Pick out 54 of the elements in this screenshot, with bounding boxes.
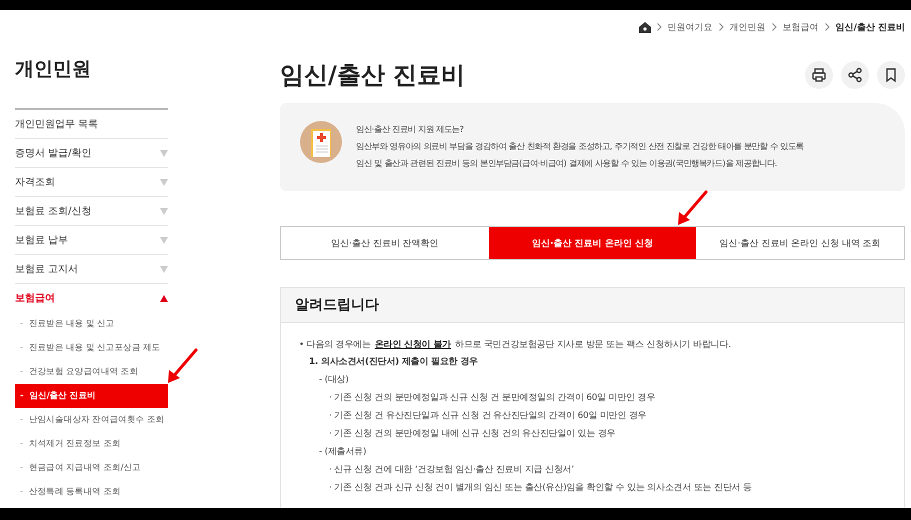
info-heading: 임신·출산 진료비 지원 제도는? — [356, 123, 465, 136]
expand-icon — [160, 208, 168, 214]
print-icon — [811, 67, 827, 83]
sidebar-subitem[interactable]: - 건강보험 요양급여내역 조회 — [15, 360, 168, 384]
breadcrumb-link[interactable]: 개인민원 — [730, 20, 766, 34]
sidebar-subitem[interactable]: - 임신/출산 진료비 — [15, 384, 168, 408]
notice-item: · 기존 신청 건 유산진단일과 신규 신청 건 유산진단일의 간격이 60일 미만인 경우 — [329, 410, 648, 423]
bookmark-button[interactable] — [877, 61, 905, 89]
breadcrumb-link[interactable]: 임신/출산 진료비 — [836, 20, 905, 34]
sidebar-subitem[interactable]: - 치석제거 진료정보 조회 — [15, 432, 168, 456]
home-icon[interactable] — [638, 22, 651, 32]
collapse-icon — [160, 294, 168, 302]
sidebar-subitem[interactable]: - 현금급여 지급내역 조회/신고 — [15, 456, 168, 480]
sidebar-title: 개인민원 — [15, 57, 92, 82]
sidebar-item[interactable]: 보험료 조회/신청 — [15, 197, 168, 226]
expand-icon — [160, 266, 168, 272]
sidebar-item[interactable]: 보험료 고지서 — [15, 255, 168, 284]
share-icon — [847, 67, 863, 83]
notice-item: · 기존 신청 건과 신규 신청 건이 별개의 임신 또는 출산(유산)임을 확인할 수 있는 의사소견서 또는 진단서 등 — [329, 482, 753, 495]
expand-icon — [160, 150, 168, 156]
sidebar-item[interactable]: 자격조회 — [15, 168, 168, 197]
share-button[interactable] — [841, 61, 869, 89]
sidebar-item[interactable]: 증명서 발급/확인 — [15, 139, 168, 168]
sidebar-item[interactable]: 보험료 납부 — [15, 226, 168, 255]
sidebar-item[interactable]: 보험급여 — [15, 284, 168, 312]
notice-item: · 신규 신청 건에 대한 ‘건강보험 임신·출산 진료비 지급 신청서’ — [329, 464, 575, 477]
chevron-icon — [824, 23, 830, 31]
document-icon — [300, 121, 342, 163]
chevron-icon — [772, 23, 777, 31]
sidebar-subitem[interactable]: - 난임시술대상자 잔여급여횟수 조회 — [15, 408, 168, 432]
annotation-arrow — [166, 348, 198, 384]
notice-item: · 기존 신청 건의 분만예정일과 신규 신청 건 분만예정일의 간격이 60일 미만인 경우 — [329, 392, 656, 405]
expand-icon — [160, 178, 168, 186]
notice-title: 알려드립니다 — [281, 288, 904, 323]
notice-item: · 기존 신청 건의 분만예정일 내에 신규 신청 건의 유산진단일이 있는 경우 — [329, 428, 616, 441]
chevron-icon — [718, 23, 724, 31]
notice-item: - (제출서류) — [319, 446, 368, 459]
sidebar-subitem[interactable]: - 산정특례 등록내역 조회 — [15, 480, 168, 504]
info-text: 임산부와 영유아의 의료비 부담을 경감하여 출산 친화적 환경을 조성하고, 주기적인 산전 진찰로 건강한 태아를 분만할 수 있도록 — [356, 140, 804, 153]
sidebar-subitem[interactable]: - 진료받은 내용 및 신고 — [15, 312, 168, 336]
info-text: 임신 및 출산과 관련된 진료비 등의 본인부담금(급여·비급여) 결제에 사용할 수 있는 이용권(국민행복카드)을 제공합니다. — [356, 157, 778, 170]
notice-item: • 다음의 경우에는 온라인 신청이 불가하므로 국민건강보험공단 지사로 방문 또는 팩스 신청하시기 바랍니다. — [299, 339, 732, 352]
notice-item: 1. 의사소견서(진단서) 제출이 필요한 경우 — [309, 356, 479, 369]
expand-icon — [160, 236, 168, 244]
sidebar-item[interactable]: 개인민원업무 목록 — [15, 110, 168, 139]
page-title: 임신/출산 진료비 — [280, 60, 466, 91]
chevron-icon — [656, 23, 662, 31]
annotation-arrow — [676, 190, 708, 226]
tab[interactable]: 임신·출산 진료비 온라인 신청 — [488, 227, 696, 259]
sidebar-subitem[interactable]: - 진료받은 내용 및 신고포상금 제도 — [15, 336, 168, 360]
breadcrumb-link[interactable]: 민원여기요 — [668, 20, 713, 34]
print-button[interactable] — [805, 61, 833, 89]
breadcrumb-link[interactable]: 보험급여 — [782, 20, 819, 34]
notice-item: - (대상) — [319, 374, 350, 387]
